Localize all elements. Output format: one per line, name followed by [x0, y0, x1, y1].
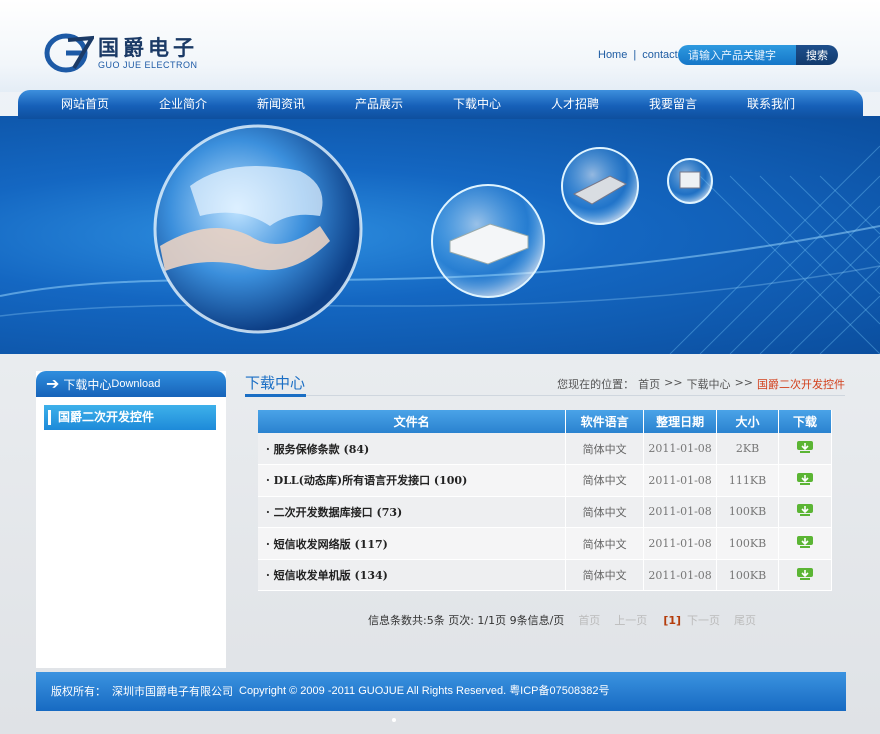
first-page-link[interactable]: 首页 [578, 612, 600, 628]
prev-page-link[interactable]: 上一页 [614, 612, 647, 628]
download-cell [778, 464, 832, 497]
nav-contact[interactable]: 联系我们 [722, 90, 820, 119]
top-links: Home | contact [598, 49, 678, 61]
download-icon[interactable] [796, 535, 814, 552]
nav-about[interactable]: 企业简介 [134, 90, 232, 119]
file-size: 111KB [716, 464, 780, 497]
breadcrumb-current: 国爵二次开发控件 [757, 378, 845, 391]
nav-products[interactable]: 产品展示 [330, 90, 428, 119]
file-size: 100KB [716, 527, 780, 560]
table-row: · 短信收发单机版 (134) 简体中文 2011-01-08 100KB [258, 559, 832, 592]
site-header: 国爵电子 GUO JUE ELECTRON Home | contact 搜索 [0, 0, 880, 92]
download-icon[interactable] [796, 472, 814, 489]
last-page-link[interactable]: 尾页 [734, 612, 756, 628]
banner-illustration [0, 124, 880, 354]
col-language: 软件语言 [565, 410, 645, 433]
title-divider-accent [245, 394, 306, 397]
file-size: 2KB [716, 433, 780, 466]
breadcrumb-section[interactable]: 下载中心 [687, 376, 731, 392]
download-icon[interactable] [796, 567, 814, 584]
table-row: · 短信收发网络版 (117) 简体中文 2011-01-08 100KB [258, 527, 832, 560]
site-footer: 版权所有： 深圳市国爵电子有限公司 Copyright © 2009 -2011… [36, 672, 846, 711]
download-table: 文件名 软件语言 整理日期 大小 下载 · 服务保修条款 (84) 简体中文 201… [258, 410, 832, 592]
file-date: 2011-01-08 [643, 464, 718, 497]
download-cell [778, 527, 832, 560]
file-name-link[interactable]: · 短信收发网络版 (117) [258, 527, 567, 560]
search-button[interactable]: 搜索 [796, 45, 838, 65]
main-nav: 网站首页 企业简介 新闻资讯 产品展示 下载中心 人才招聘 我要留言 联系我们 [18, 90, 863, 119]
col-filename: 文件名 [258, 410, 567, 433]
download-cell [778, 433, 832, 466]
file-name-link[interactable]: · 服务保修条款 (84) [258, 433, 567, 466]
footer-label: 版权所有： [51, 685, 106, 698]
sidebar-item-sdk[interactable]: 国爵二次开发控件 [44, 405, 216, 430]
sidebar-title-cn: 下载中心 [63, 377, 112, 392]
nav-careers[interactable]: 人才招聘 [526, 90, 624, 119]
file-language: 简体中文 [565, 559, 645, 592]
link-separator: | [633, 49, 637, 61]
arrow-right-icon: ➔ [46, 374, 60, 393]
contact-link[interactable]: contact [642, 49, 677, 61]
table-header-row: 文件名 软件语言 整理日期 大小 下载 [258, 410, 832, 433]
search-input[interactable] [678, 45, 796, 65]
title-divider [245, 395, 845, 396]
file-size: 100KB [716, 559, 780, 592]
download-icon[interactable] [796, 503, 814, 520]
nav-home[interactable]: 网站首页 [36, 90, 134, 119]
file-language: 简体中文 [565, 433, 645, 466]
next-page-link[interactable]: 下一页 [687, 612, 720, 628]
footer-company: 深圳市国爵电子有限公司 [112, 685, 233, 698]
file-name-link[interactable]: · 二次开发数据库接口 (73) [258, 496, 567, 529]
file-name-link[interactable]: · DLL(动态库)所有语言开发接口 (100) [258, 464, 567, 497]
download-cell [778, 496, 832, 529]
nav-download[interactable]: 下载中心 [428, 90, 526, 119]
file-name-link[interactable]: · 短信收发单机版 (134) [258, 559, 567, 592]
hero-banner [0, 116, 880, 354]
breadcrumb-sep: >> [734, 376, 753, 389]
col-size: 大小 [716, 410, 780, 433]
breadcrumb: 您现在的位置： 首页 >> 下载中心 >> 国爵二次开发控件 [557, 376, 845, 392]
breadcrumb-sep: >> [664, 376, 683, 389]
logo-mark-icon [44, 33, 94, 73]
nav-news[interactable]: 新闻资讯 [232, 90, 330, 119]
table-row: · 服务保修条款 (84) 简体中文 2011-01-08 2KB [258, 433, 832, 466]
search-box: 搜索 [678, 45, 838, 65]
download-icon[interactable] [796, 440, 814, 457]
current-page[interactable]: [1] [663, 614, 681, 627]
pagination-info: 信息条数共:5条 页次: 1/1页 9条信息/页 [368, 614, 565, 627]
page-title: 下载中心 [245, 374, 306, 392]
breadcrumb-prefix: 您现在的位置： [557, 378, 635, 391]
sidebar-title: ➔ 下载中心 Download [36, 371, 226, 397]
sidebar: ➔ 下载中心 Download 国爵二次开发控件 [36, 371, 226, 668]
file-date: 2011-01-08 [643, 496, 718, 529]
file-language: 简体中文 [565, 464, 645, 497]
logo[interactable]: 国爵电子 GUO JUE ELECTRON [44, 32, 198, 74]
table-row: · DLL(动态库)所有语言开发接口 (100) 简体中文 2011-01-08 11… [258, 464, 832, 497]
pagination: 信息条数共:5条 页次: 1/1页 9条信息/页 首页 上一页 [1] 下一页 … [368, 612, 756, 628]
file-date: 2011-01-08 [643, 527, 718, 560]
logo-text: 国爵电子 GUO JUE ELECTRON [98, 34, 198, 71]
sidebar-title-en: Download [111, 378, 161, 390]
col-date: 整理日期 [643, 410, 718, 433]
table-row: · 二次开发数据库接口 (73) 简体中文 2011-01-08 100KB [258, 496, 832, 529]
file-language: 简体中文 [565, 527, 645, 560]
breadcrumb-home[interactable]: 首页 [638, 376, 660, 392]
download-cell [778, 559, 832, 592]
col-download: 下载 [778, 410, 832, 433]
logo-en: GUO JUE ELECTRON [98, 59, 198, 70]
footer-copyright: Copyright © 2009 -2011 GUOJUE All Rights… [239, 685, 610, 697]
file-size: 100KB [716, 496, 780, 529]
logo-cn: 国爵电子 [98, 34, 198, 60]
file-language: 简体中文 [565, 496, 645, 529]
nav-message[interactable]: 我要留言 [624, 90, 722, 119]
file-date: 2011-01-08 [643, 433, 718, 466]
home-link[interactable]: Home [598, 49, 627, 61]
file-date: 2011-01-08 [643, 559, 718, 592]
footer-dot [392, 718, 396, 722]
